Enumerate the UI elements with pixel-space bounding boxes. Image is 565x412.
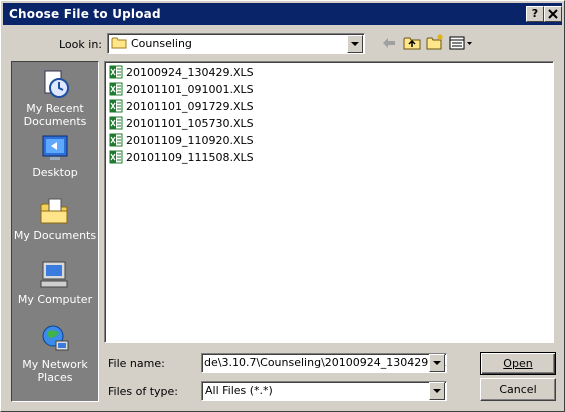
back-arrow-icon[interactable] — [381, 35, 397, 51]
file-name: 20100924_130429.XLS — [126, 66, 254, 79]
new-folder-icon[interactable] — [426, 33, 444, 51]
excel-file-icon — [109, 150, 123, 164]
view-menu-icon[interactable] — [449, 36, 473, 50]
place-label: My Network Places — [22, 358, 88, 384]
place-my-computer[interactable]: My Computer — [12, 259, 98, 306]
place-label: My Computer — [17, 293, 93, 306]
recent-documents-icon — [44, 70, 69, 98]
file-type-dropdown-button[interactable] — [429, 382, 445, 400]
place-my-recent-documents[interactable]: My Recent Documents — [12, 68, 98, 128]
file-row[interactable]: 20100924_130429.XLS — [109, 65, 254, 81]
place-label: My Recent Documents — [23, 102, 87, 128]
look-in-dropdown[interactable]: Counseling — [107, 33, 365, 54]
file-name: 20101109_111508.XLS — [126, 151, 254, 164]
file-type-label: Files of type: — [108, 385, 179, 398]
place-my-documents[interactable]: My Documents — [12, 195, 98, 242]
file-list[interactable]: 20100924_130429.XLS 20101101_091001.XLS 20… — [104, 61, 554, 343]
my-computer-icon — [40, 261, 68, 288]
file-name: 20101101_105730.XLS — [126, 117, 254, 130]
open-button[interactable]: Open — [480, 352, 556, 375]
file-row[interactable]: 20101109_110920.XLS — [109, 133, 254, 149]
place-label: My Documents — [13, 229, 97, 242]
close-icon — [548, 9, 558, 19]
file-name: 20101101_091729.XLS — [126, 100, 254, 113]
excel-file-icon — [109, 99, 123, 113]
file-name-value: de\3.10.7\Counseling\20100924_130429.XLS — [204, 356, 447, 369]
open-label: Open — [503, 357, 533, 370]
excel-file-icon — [109, 82, 123, 96]
file-upload-dialog: Choose File to Upload ? Look in: Counsel… — [0, 0, 565, 412]
file-name: 20101109_110920.XLS — [126, 134, 254, 147]
my-documents-icon — [40, 198, 68, 224]
title-bar: Choose File to Upload ? — [3, 3, 562, 25]
up-folder-icon[interactable] — [403, 35, 421, 51]
help-button[interactable]: ? — [526, 6, 544, 22]
file-type-value: All Files (*.*) — [205, 384, 273, 397]
file-type-dropdown[interactable]: All Files (*.*) — [201, 381, 447, 401]
look-in-value: Counseling — [131, 37, 192, 50]
file-name: 20101101_091001.XLS — [126, 83, 254, 96]
cancel-button[interactable]: Cancel — [480, 378, 556, 401]
place-label: Desktop — [32, 166, 78, 179]
file-name-dropdown-button[interactable] — [429, 354, 445, 372]
excel-file-icon — [109, 133, 123, 147]
places-bar: My Recent Documents Desktop My Documents — [11, 61, 99, 402]
place-my-network-places[interactable]: My Network Places — [12, 324, 98, 384]
network-places-icon — [42, 325, 69, 351]
file-row[interactable]: 20101101_091001.XLS — [109, 82, 254, 98]
place-desktop[interactable]: Desktop — [12, 132, 98, 179]
file-name-label: File name: — [108, 357, 165, 370]
file-row[interactable]: 20101109_111508.XLS — [109, 150, 254, 166]
folder-icon — [111, 37, 127, 49]
look-in-dropdown-button[interactable] — [347, 35, 363, 53]
dialog-title: Choose File to Upload — [9, 7, 161, 21]
desktop-icon — [42, 135, 68, 160]
file-row[interactable]: 20101101_091729.XLS — [109, 99, 254, 115]
excel-file-icon — [109, 116, 123, 130]
look-in-label: Look in: — [59, 38, 102, 51]
excel-file-icon — [109, 65, 123, 79]
file-name-input[interactable]: de\3.10.7\Counseling\20100924_130429.XLS — [201, 353, 447, 373]
close-button[interactable] — [544, 6, 562, 22]
file-row[interactable]: 20101101_105730.XLS — [109, 116, 254, 132]
